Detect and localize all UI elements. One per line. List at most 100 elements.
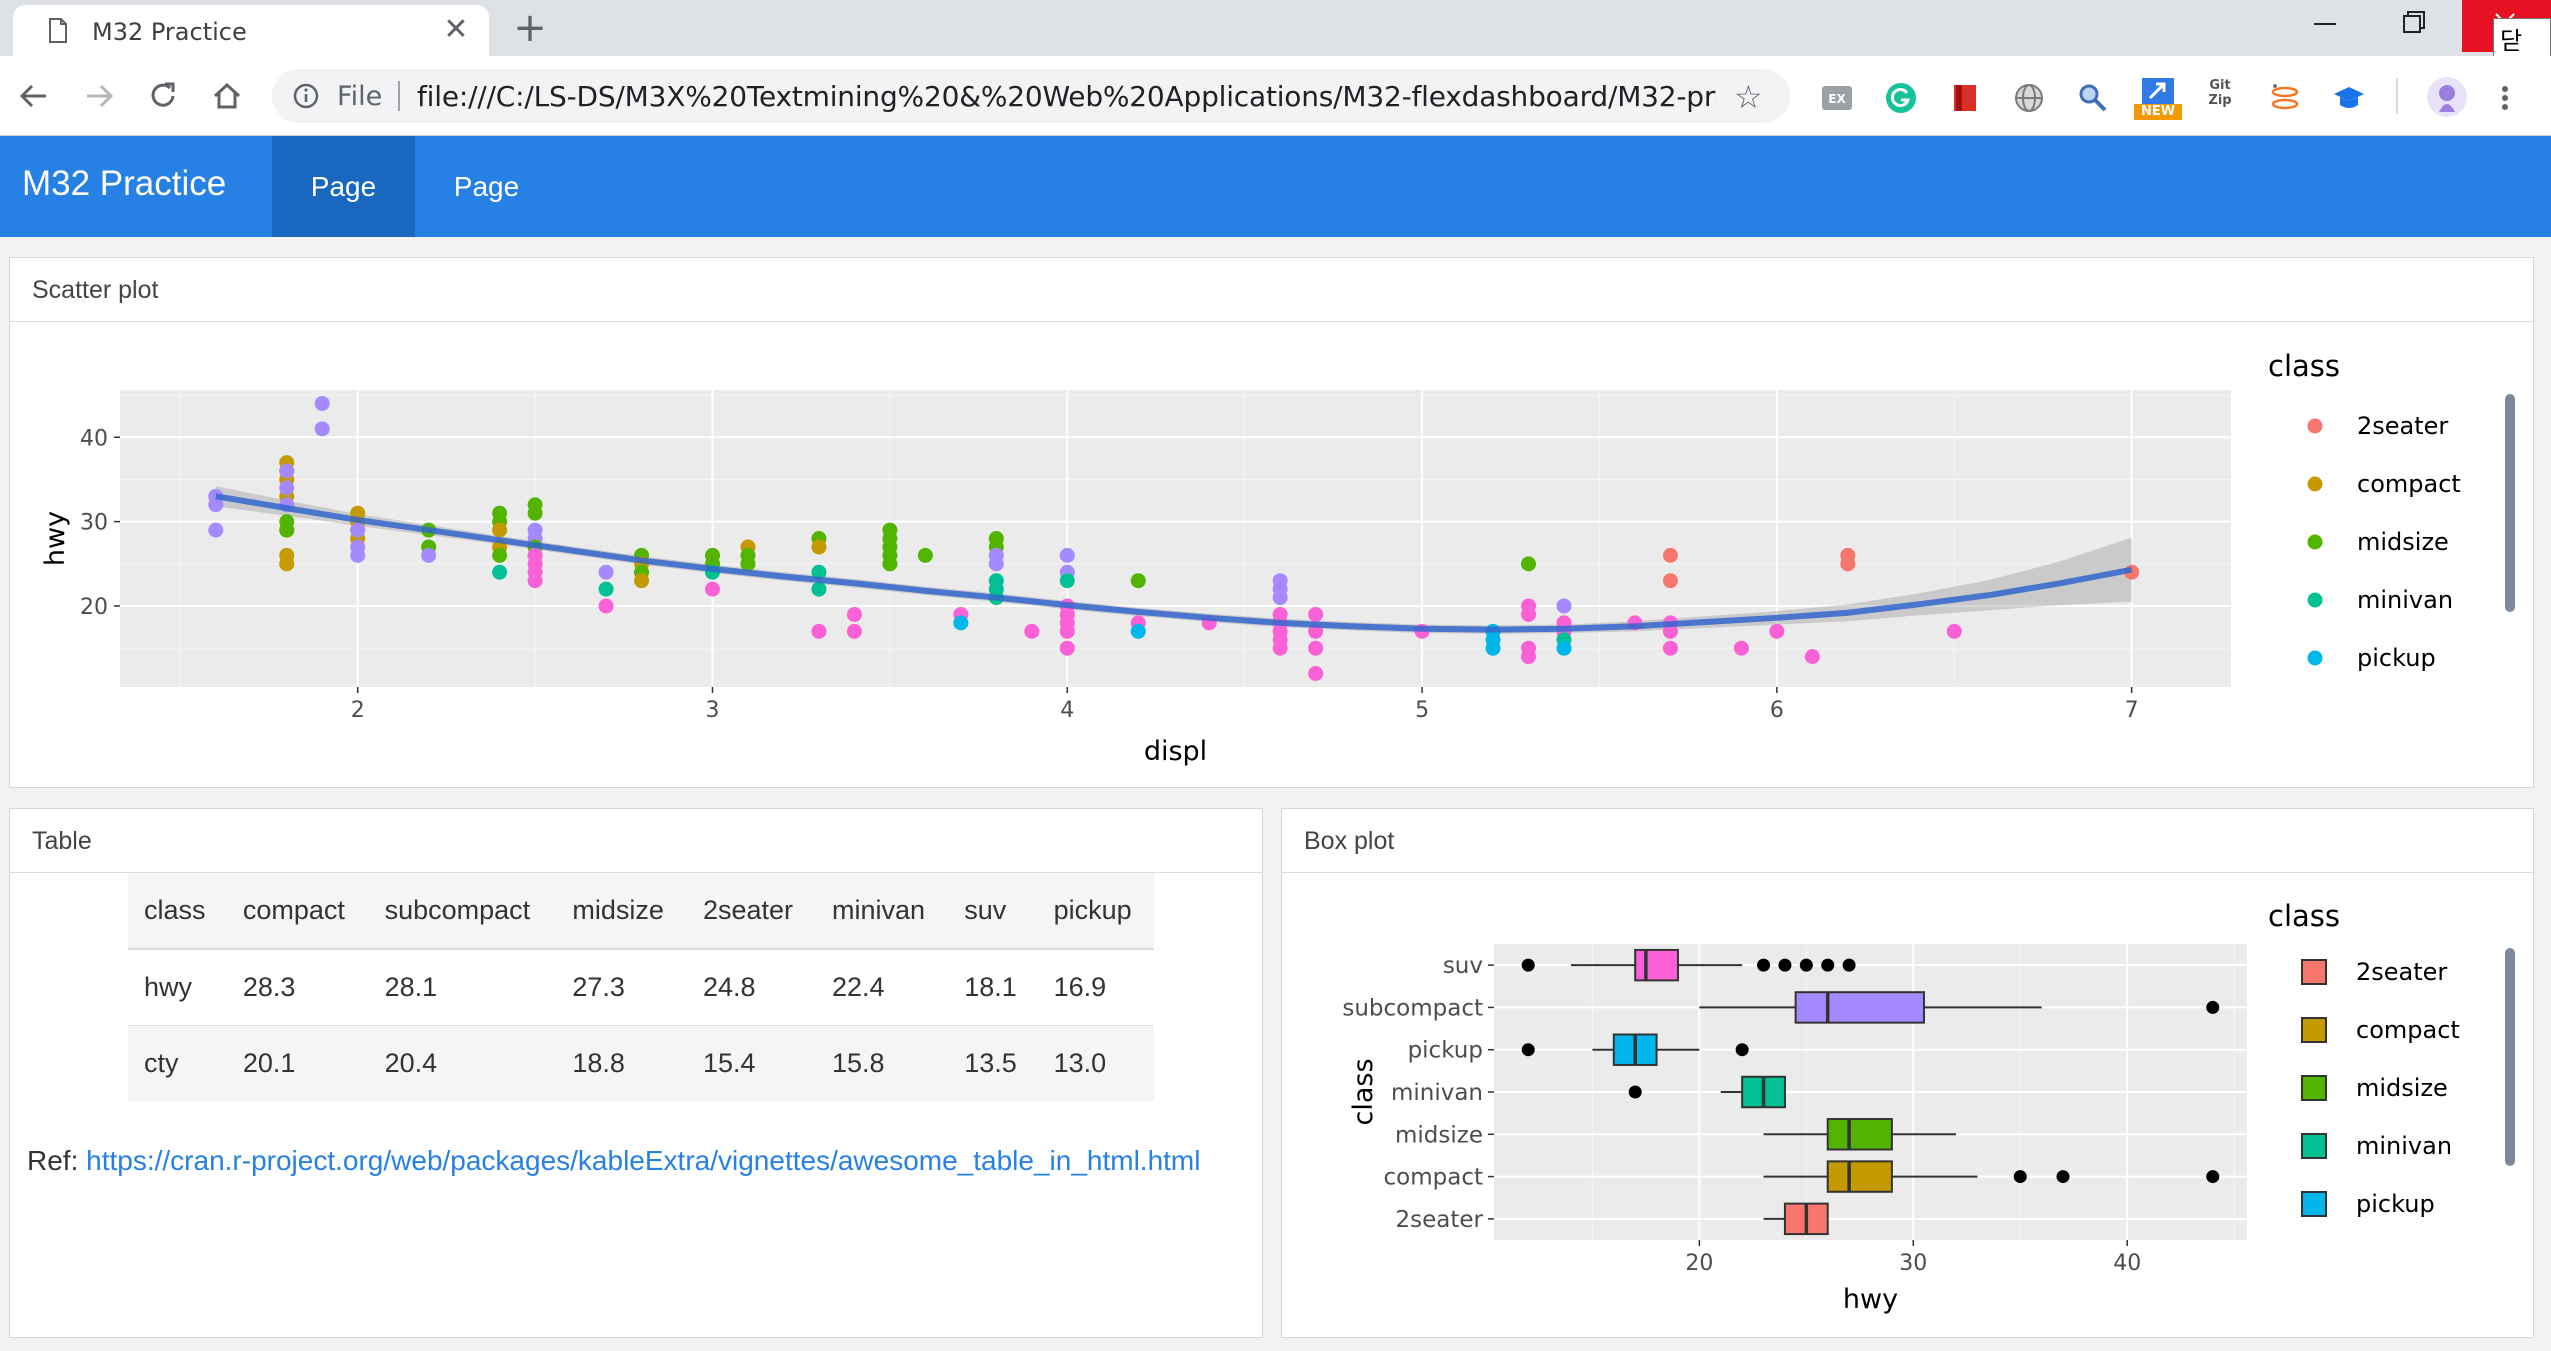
minimize-icon: [2314, 23, 2336, 25]
table-cell: 24.8: [686, 948, 816, 1025]
scatter-chart: 2 3 4 5 6 7 20 30 40 displ hwy class 2seater compact m…: [40, 349, 2461, 767]
data-point: [704, 581, 720, 597]
legend-key: [2307, 476, 2323, 492]
jupyter-icon[interactable]: [2268, 81, 2302, 115]
table-row: cty 20.1 20.4 18.8 15.4 15.8 13.5 13.0: [128, 1024, 1154, 1101]
data-point: [811, 539, 827, 555]
dashboard-brand[interactable]: M32 Practice: [22, 164, 226, 204]
data-point: [988, 556, 1004, 572]
legend-label: minivan: [2357, 586, 2453, 614]
box-outlier: [2206, 1000, 2220, 1014]
bookmark-star-icon[interactable]: ☆: [1734, 78, 1763, 116]
toolbar-divider: [2396, 78, 2398, 114]
table-header-cell: compact: [226, 873, 369, 949]
table-header-cell: midsize: [556, 873, 687, 949]
address-divider: [398, 81, 400, 111]
back-arrow-icon[interactable]: [12, 74, 56, 118]
url-text[interactable]: file:///C:/LS-DS/M3X%20Textmining%20&%20…: [417, 80, 1717, 113]
legend-scrollbar[interactable]: [2505, 394, 2515, 612]
data-point: [492, 522, 508, 538]
new-tab-icon[interactable]: +: [508, 6, 552, 50]
data-point: [279, 480, 295, 496]
data-point: [1059, 623, 1075, 639]
table-cell: 13.0: [1037, 1024, 1154, 1101]
bookmark-book-icon[interactable]: [1948, 81, 1982, 115]
data-point: [598, 564, 614, 580]
profile-avatar-icon[interactable]: [2426, 76, 2468, 118]
y-tick-label: 2seater: [1396, 1207, 1484, 1233]
table-cell: 18.8: [556, 1024, 687, 1101]
data-point: [1272, 640, 1288, 656]
globe-icon[interactable]: [2012, 81, 2046, 115]
minimize-button[interactable]: [2290, 0, 2360, 52]
address-bar[interactable]: File file:///C:/LS-DS/M3X%20Textmining%2…: [272, 69, 1790, 123]
box-outlier: [1778, 958, 1792, 972]
data-point: [1485, 640, 1501, 656]
data-point: [1308, 606, 1324, 622]
box-outlier: [1799, 958, 1813, 972]
legend-label: pickup: [2357, 644, 2436, 672]
tab-page-2[interactable]: Page 2: [415, 136, 558, 303]
extension-ex-icon[interactable]: EX: [1820, 81, 1854, 115]
legend-label: midsize: [2356, 1074, 2448, 1102]
box-outlier: [1521, 958, 1535, 972]
y-tick-label: midsize: [1395, 1122, 1483, 1148]
reference-link[interactable]: https://cran.r-project.org/web/packages/…: [86, 1145, 1200, 1176]
data-point: [1059, 547, 1075, 563]
home-icon[interactable]: [205, 74, 249, 118]
y-tick-label: 30: [80, 511, 108, 536]
legend-key: [2307, 650, 2323, 666]
data-point: [598, 581, 614, 597]
data-point: [208, 522, 224, 538]
table-header-cell: 2seater: [686, 873, 816, 949]
new-extension-icon[interactable]: NEW: [2130, 76, 2186, 122]
legend-label: compact: [2356, 1016, 2460, 1044]
data-point: [314, 396, 330, 411]
data-point: [846, 606, 862, 622]
restore-button[interactable]: [2380, 0, 2450, 52]
legend-scrollbar[interactable]: [2505, 948, 2515, 1166]
scheme-label: File: [337, 81, 383, 112]
table-cell: cty: [128, 1024, 227, 1101]
data-point: [421, 547, 437, 563]
table-cell: 16.9: [1037, 948, 1154, 1025]
box-plot-card: Box plot 20 30 40 suv subcompact pickup miniva…: [1281, 808, 2534, 1338]
y-tick-label: minivan: [1391, 1080, 1483, 1106]
graduation-cap-icon[interactable]: [2332, 81, 2366, 115]
document-icon: [49, 18, 67, 43]
data-point: [527, 547, 543, 563]
x-tick-label: 2: [351, 698, 365, 723]
box-body: [1826, 1160, 1893, 1193]
browser-tab[interactable]: M32 Practice ✕: [13, 5, 489, 56]
table-cell: 28.3: [226, 948, 369, 1025]
box-outlier: [1735, 1043, 1749, 1057]
tab-page-1[interactable]: Page 1: [272, 136, 415, 303]
table-cell: 15.4: [686, 1024, 816, 1101]
data-point: [1059, 640, 1075, 656]
table-cell: 15.8: [815, 1024, 949, 1101]
tab-close-icon[interactable]: ✕: [437, 11, 475, 49]
legend-key: [2307, 592, 2323, 608]
x-tick-label: 3: [705, 698, 719, 723]
data-point: [279, 522, 295, 538]
magnifier-extension-icon[interactable]: [2076, 81, 2110, 115]
git-zip-icon[interactable]: Git Zip: [2200, 78, 2240, 118]
forward-arrow-icon[interactable]: [77, 74, 121, 118]
card-title: Box plot: [1282, 809, 2533, 873]
info-icon[interactable]: [292, 82, 320, 110]
data-point: [811, 623, 827, 639]
browser-toolbar: File file:///C:/LS-DS/M3X%20Textmining%2…: [0, 56, 2551, 136]
more-vertical-icon[interactable]: [2488, 81, 2522, 115]
table-header-cell: minivan: [815, 873, 949, 949]
box-outlier: [2013, 1170, 2027, 1184]
reload-icon[interactable]: [141, 74, 185, 118]
grammarly-icon[interactable]: [1884, 81, 1918, 115]
box-outlier: [2206, 1170, 2220, 1184]
x-tick-label: 40: [2113, 1251, 2141, 1276]
data-point: [492, 547, 508, 563]
data-point: [634, 573, 650, 589]
data-point: [598, 598, 614, 614]
y-axis-label: class: [1348, 1058, 1379, 1125]
reference-line: Ref: https://cran.r-project.org/web/pack…: [27, 1145, 1200, 1177]
table-header-cell: pickup: [1037, 873, 1154, 949]
